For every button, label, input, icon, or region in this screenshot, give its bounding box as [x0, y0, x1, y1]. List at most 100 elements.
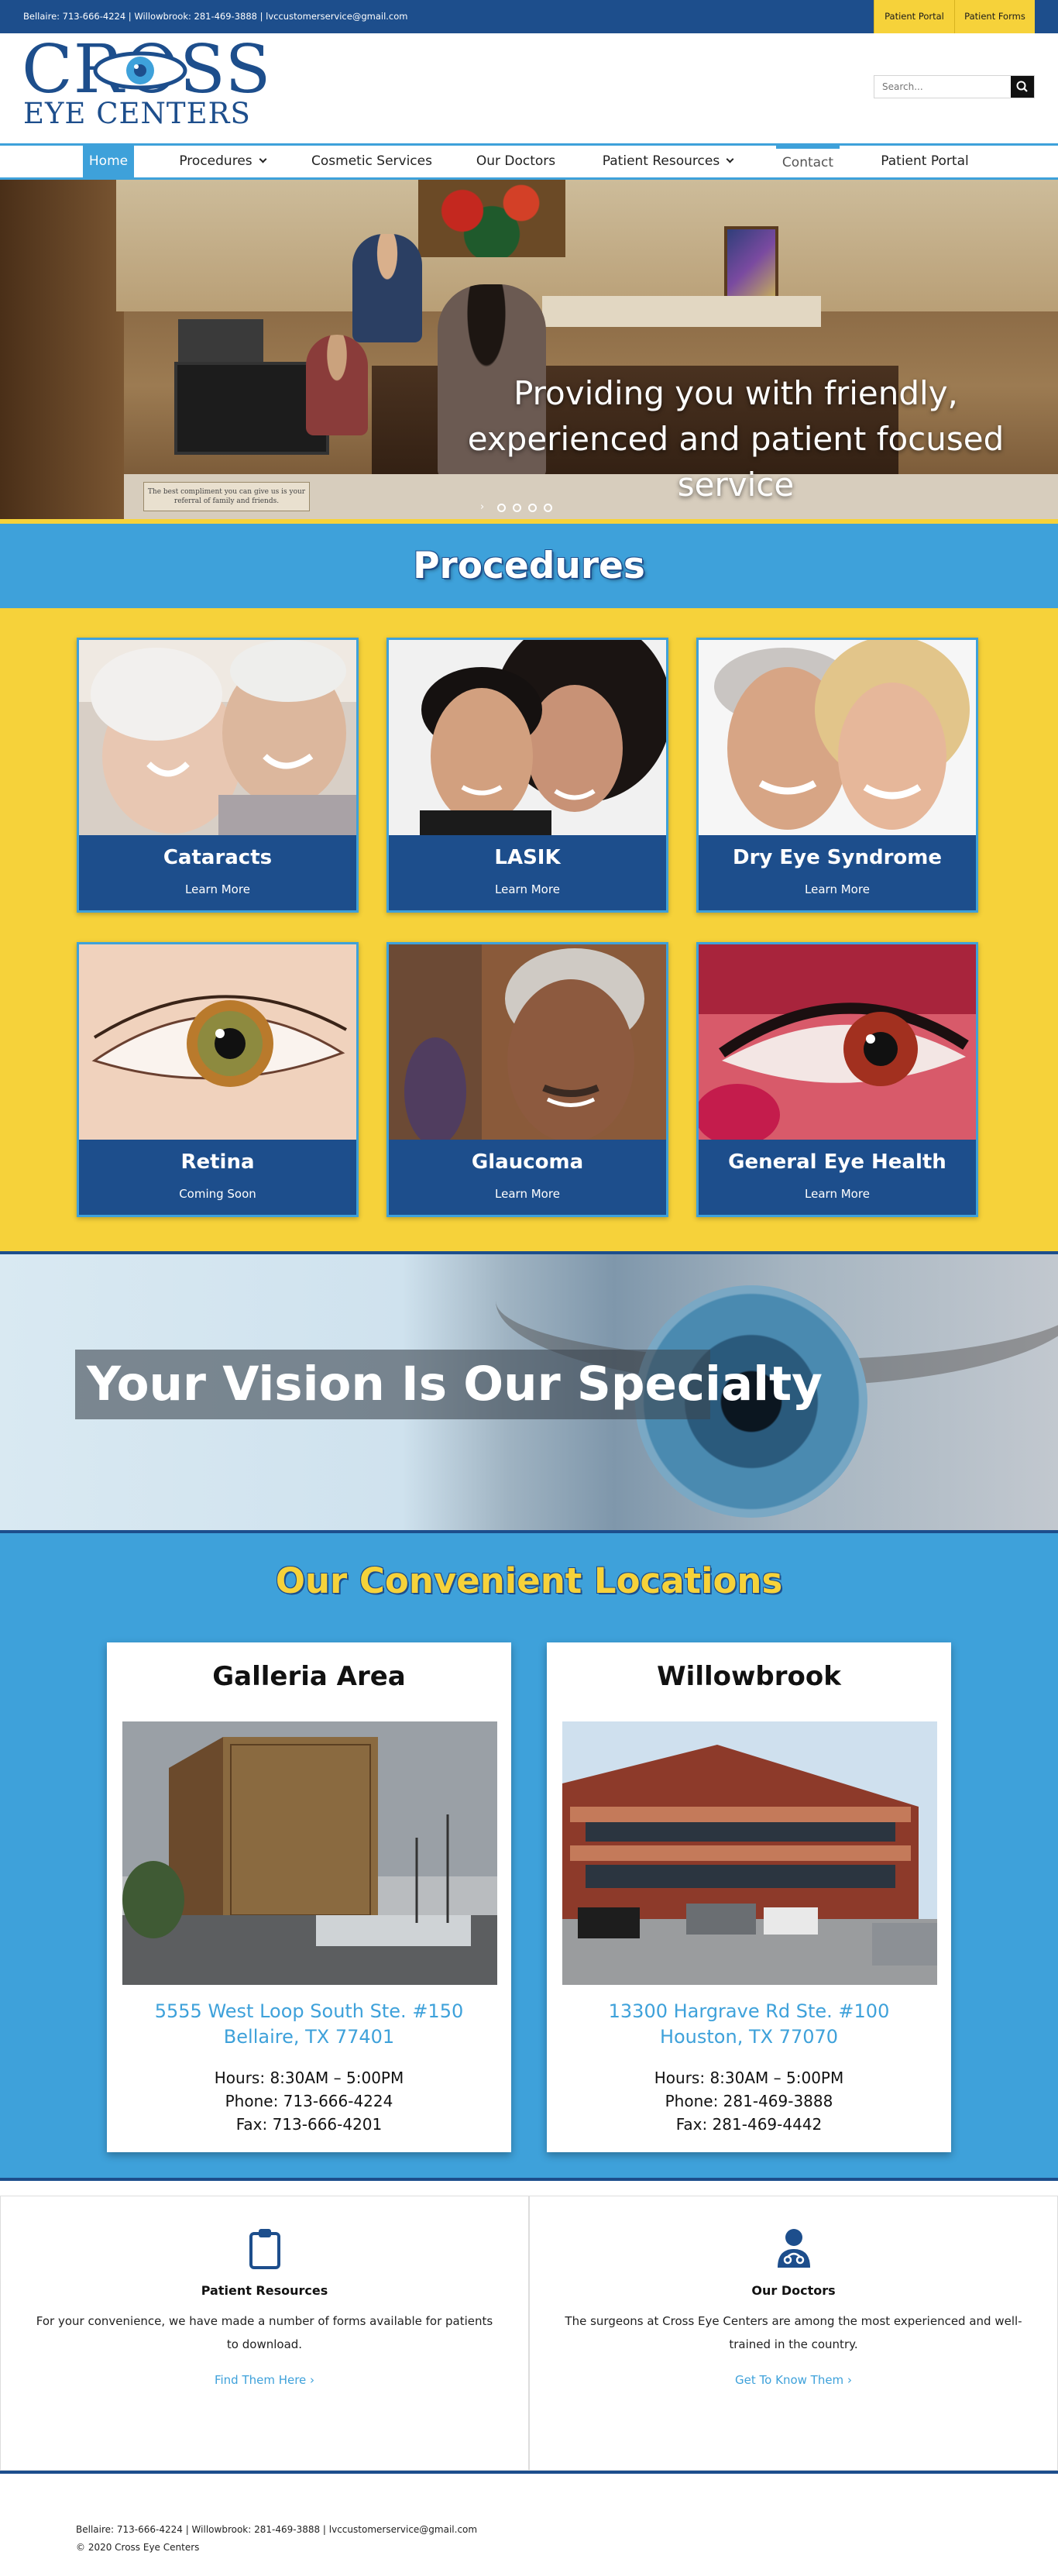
vision-headline: Your Vision Is Our Specialty — [87, 1357, 823, 1412]
location-card-galleria: Galleria Area 5555 West Loop South Ste. … — [107, 1642, 511, 2152]
nav-item-contact[interactable]: Contact — [776, 146, 840, 177]
slider-dot[interactable] — [544, 504, 552, 512]
address-line2: Bellaire, TX 77401 — [223, 2026, 395, 2048]
procedure-card-cataracts[interactable]: Cataracts Learn More — [77, 638, 359, 913]
clipboard-icon — [249, 2229, 280, 2269]
location-name: Galleria Area — [212, 1661, 406, 1692]
location-info: Hours: 8:30AM – 5:00PM Phone: 713-666-42… — [107, 2066, 511, 2136]
search-button[interactable] — [1011, 76, 1034, 98]
search-icon — [1016, 81, 1028, 92]
address-line1: 5555 West Loop South Ste. #150 — [154, 2000, 464, 2022]
hero-shelf — [542, 296, 821, 327]
hero-sign: The best compliment you can give us is y… — [143, 482, 310, 511]
nav-item-cosmetic-services[interactable]: Cosmetic Services — [302, 146, 441, 177]
hero-caption: Providing you with friendly, experienced… — [467, 374, 1005, 504]
procedure-card-retina[interactable]: Retina Coming Soon — [77, 942, 359, 1217]
locations-title: Our Convenient Locations — [275, 1560, 783, 1601]
location-address[interactable]: 5555 West Loop South Ste. #150 Bellaire,… — [107, 1999, 511, 2050]
eye-logo-icon — [93, 51, 187, 90]
address-line2: Houston, TX 77070 — [659, 2026, 839, 2048]
logo[interactable]: CROSS EYE CENTERS — [22, 36, 277, 132]
resource-text: For your convenience, we have made a num… — [36, 2314, 493, 2351]
resource-title: Our Doctors — [751, 2283, 836, 2298]
resource-text: The surgeons at Cross Eye Centers are am… — [565, 2314, 1022, 2351]
nav-item-patient-portal[interactable]: Patient Portal — [871, 146, 979, 177]
hero-flowers — [418, 180, 565, 257]
slider-dot[interactable] — [497, 504, 506, 512]
location-card-willowbrook: Willowbrook 13300 Hargrave Rd Ste. #100 … — [547, 1642, 951, 2152]
patient-forms-button[interactable]: Patient Forms — [954, 0, 1035, 33]
footer-contact: Bellaire: 713-666-4224 | Willowbrook: 28… — [76, 2524, 478, 2535]
general-eye-health-image — [699, 944, 976, 1140]
patient-portal-button[interactable]: Patient Portal — [874, 0, 954, 33]
search-input[interactable] — [874, 76, 1011, 98]
location-phone: Phone: 281-469-3888 — [665, 2092, 833, 2110]
footer-copyright: © 2020 Cross Eye Centers — [76, 2542, 200, 2553]
procedures-title: Procedures — [413, 545, 645, 587]
procedure-card-general-eye-health[interactable]: General Eye Health Learn More — [696, 942, 978, 1217]
hero-background — [0, 180, 124, 524]
card-title: Cataracts — [163, 846, 273, 869]
patient-resources-box: Patient Resources For your convenience, … — [0, 2196, 529, 2471]
learn-more-link[interactable]: Learn More — [79, 882, 356, 896]
hero-wall — [116, 180, 1058, 311]
location-hours: Hours: 8:30AM – 5:00PM — [214, 2069, 404, 2087]
chevron-down-icon — [259, 155, 267, 163]
hero-printer — [178, 319, 263, 366]
address-line1: 13300 Hargrave Rd Ste. #100 — [608, 2000, 890, 2022]
main-nav: Home Procedures Cosmetic Services Our Do… — [0, 143, 1058, 180]
nav-item-label: Contact — [781, 155, 834, 170]
nav-item-label: Home — [88, 153, 129, 169]
slider-dot[interactable] — [528, 504, 537, 512]
card-title: LASIK — [494, 846, 561, 869]
location-fax: Fax: 281-469-4442 — [675, 2115, 823, 2134]
slider-dot[interactable] — [513, 504, 521, 512]
logo-line2: EYE CENTERS — [23, 97, 251, 130]
retina-image — [79, 944, 356, 1140]
search-box — [874, 75, 1035, 98]
lasik-image — [389, 640, 666, 835]
hero-artwork — [724, 226, 778, 304]
willowbrook-building-image — [562, 1721, 937, 1985]
doctor-icon — [778, 2229, 810, 2268]
card-title: General Eye Health — [728, 1150, 946, 1174]
galleria-building-image — [122, 1721, 497, 1985]
nav-item-label: Cosmetic Services — [311, 153, 432, 169]
learn-more-link[interactable]: Learn More — [699, 882, 976, 896]
location-hours: Hours: 8:30AM – 5:00PM — [654, 2069, 844, 2087]
nav-item-label: Our Doctors — [476, 153, 556, 169]
location-address[interactable]: 13300 Hargrave Rd Ste. #100 Houston, TX … — [547, 1999, 951, 2050]
learn-more-link[interactable]: Learn More — [699, 1187, 976, 1201]
hero-person — [352, 234, 422, 342]
procedure-card-glaucoma[interactable]: Glaucoma Learn More — [386, 942, 668, 1217]
nav-item-home[interactable]: Home — [83, 146, 134, 177]
card-title: Dry Eye Syndrome — [732, 846, 942, 869]
location-fax: Fax: 713-666-4201 — [235, 2115, 383, 2134]
slider-dots: › — [480, 502, 565, 514]
location-phone: Phone: 713-666-4224 — [225, 2092, 393, 2110]
get-to-know-them-link[interactable]: Get To Know Them › — [530, 2373, 1057, 2387]
nav-item-label: Patient Resources — [602, 153, 720, 169]
our-doctors-box: Our Doctors The surgeons at Cross Eye Ce… — [529, 2196, 1058, 2471]
hero-person — [306, 335, 368, 435]
find-them-here-link[interactable]: Find Them Here › — [1, 2373, 528, 2387]
nav-item-patient-resources[interactable]: Patient Resources — [590, 146, 745, 177]
nav-item-label: Patient Portal — [881, 153, 969, 169]
coming-soon-label: Coming Soon — [179, 1187, 256, 1201]
top-bar-contact: Bellaire: 713-666-4224 | Willowbrook: 28… — [23, 11, 408, 22]
card-title: Retina — [180, 1150, 255, 1174]
learn-more-link[interactable]: Learn More — [389, 882, 666, 896]
chevron-down-icon — [726, 155, 734, 163]
card-title: Glaucoma — [471, 1150, 584, 1174]
procedure-card-lasik[interactable]: LASIK Learn More — [386, 638, 668, 913]
learn-more-link[interactable]: Learn More — [389, 1187, 666, 1201]
resource-title: Patient Resources — [201, 2283, 328, 2298]
cataracts-image — [79, 640, 356, 835]
procedure-card-dry-eye[interactable]: Dry Eye Syndrome Learn More — [696, 638, 978, 913]
nav-item-label: Procedures — [179, 153, 252, 169]
dry-eye-image — [699, 640, 976, 835]
nav-item-our-doctors[interactable]: Our Doctors — [465, 146, 567, 177]
location-name: Willowbrook — [657, 1661, 841, 1692]
nav-item-procedures[interactable]: Procedures — [165, 146, 280, 177]
chevron-right-icon[interactable]: › — [480, 502, 484, 513]
